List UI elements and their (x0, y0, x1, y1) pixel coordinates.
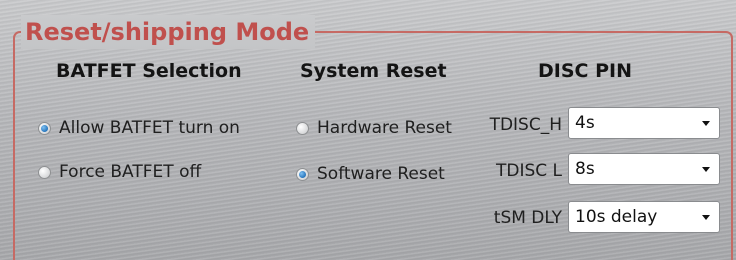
select-value: 4s (575, 113, 595, 133)
batfet-heading: BATFET Selection (56, 60, 242, 82)
radio-indicator (38, 121, 51, 135)
tsm-dly-label: tSM DLY (493, 208, 562, 228)
radio-indicator (38, 165, 51, 179)
radio-indicator (296, 121, 309, 135)
chevron-down-icon[interactable] (693, 120, 719, 126)
tsm-dly-select[interactable]: 10s delay (568, 201, 720, 233)
hardware-reset-radio[interactable]: Hardware Reset (296, 116, 452, 140)
select-value: 8s (575, 159, 595, 179)
select-value: 10s delay (575, 207, 658, 227)
tdisc-l-select[interactable]: 8s (568, 153, 720, 185)
radio-label: Allow BATFET turn on (59, 118, 240, 138)
disc-pin-heading: DISC PIN (538, 60, 632, 82)
group-title: Reset/shipping Mode (21, 15, 316, 49)
radio-label: Software Reset (317, 164, 445, 184)
system-reset-heading: System Reset (300, 60, 447, 82)
allow-batfet-radio[interactable]: Allow BATFET turn on (38, 116, 240, 140)
chevron-down-icon[interactable] (693, 166, 719, 172)
radio-indicator (296, 167, 309, 181)
chevron-down-icon[interactable] (693, 214, 719, 220)
reset-shipping-panel: Reset/shipping Mode BATFET Selection Sys… (0, 0, 736, 260)
radio-label: Force BATFET off (59, 162, 202, 182)
radio-label: Hardware Reset (317, 118, 452, 138)
tdisc-l-label: TDISC L (495, 161, 562, 181)
force-batfet-off-radio[interactable]: Force BATFET off (38, 160, 201, 184)
tdisc-h-label: TDISC_H (489, 115, 562, 135)
software-reset-radio[interactable]: Software Reset (296, 162, 445, 186)
tdisc-h-select[interactable]: 4s (568, 107, 720, 139)
